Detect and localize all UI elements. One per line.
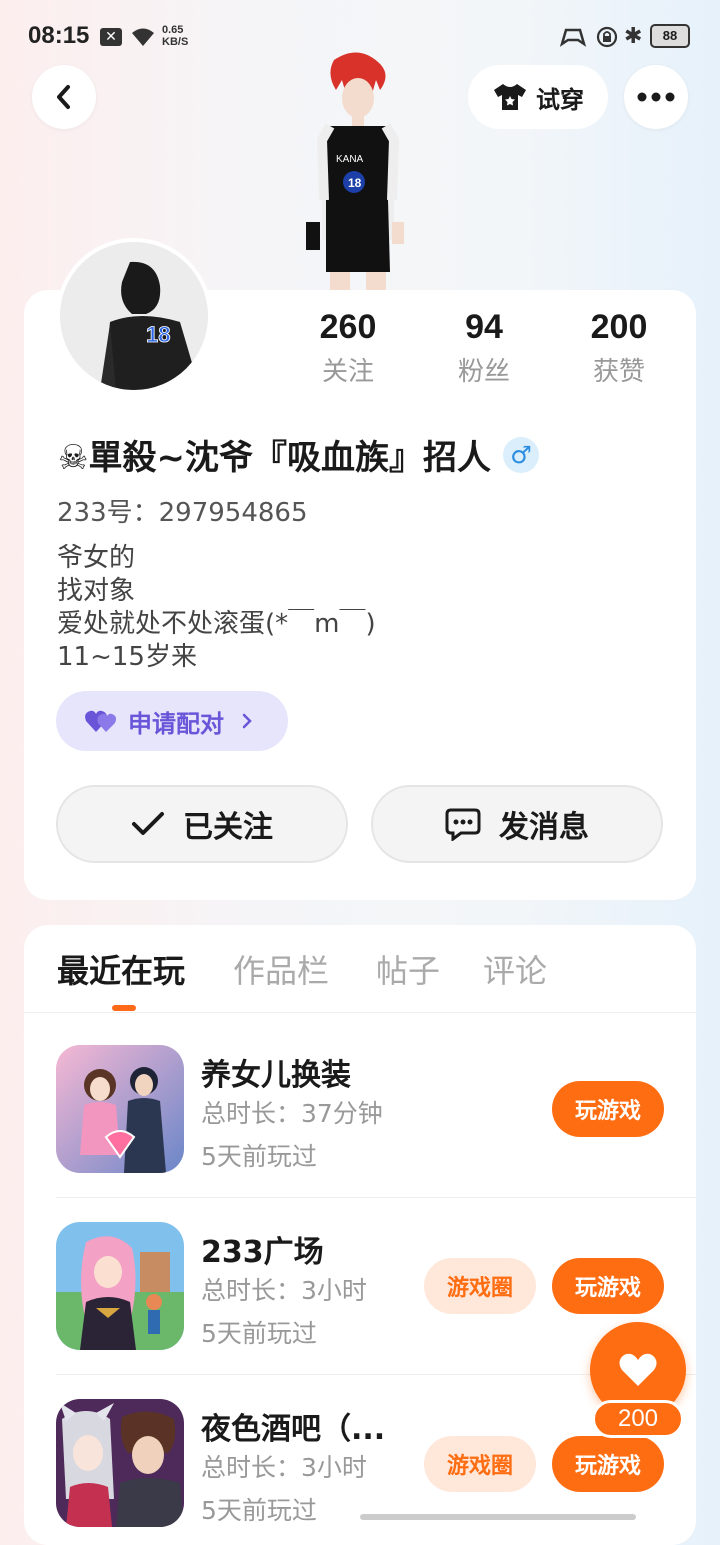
list-divider [56,1197,696,1198]
stat-fans[interactable]: 94 粉丝 [419,308,549,388]
stat-likes-label: 获赞 [592,357,645,387]
stat-fans-label: 粉丝 [457,357,510,387]
network-speed: 0.65 KB/S [162,24,188,48]
character-avatar-figure: 18 KANA [306,52,404,290]
tshirt-icon [494,84,526,110]
speed-value: 0.65 [162,24,184,36]
tab-indicator [112,1005,136,1011]
game-circle-button[interactable]: 游戏圈 [424,1258,536,1314]
play-game-button[interactable]: 玩游戏 [552,1258,664,1314]
svg-text:18: 18 [146,322,170,347]
profile-name-row: ☠單殺~沈爷『吸血族』招人 ♂ [58,430,539,479]
gamepad-icon [559,28,587,47]
svg-text:18: 18 [348,176,362,190]
notification-icon: ✕ [100,28,122,46]
bio-line: 找对象 [57,576,136,606]
game-last-played: 5天前玩过 [201,1319,317,1348]
lock-rotation-icon [596,26,618,48]
chevron-left-icon [57,85,70,109]
game-title[interactable]: 233广场 [201,1227,324,1271]
wifi-icon [132,28,154,46]
request-pair-button[interactable]: 申请配对 [56,691,288,751]
tab-works[interactable]: 作品栏 [233,946,329,992]
profile-name: ☠單殺~沈爷『吸血族』招人 [58,438,491,478]
avatar-image: 18 [60,242,208,390]
game-meta: 总时长：3小时 5天前玩过 [201,1446,367,1532]
status-time: 08:15 [28,22,90,49]
user-id: 233号：297954865 [57,498,308,528]
like-count-badge: 200 [592,1400,684,1438]
try-on-label: 试穿 [536,85,584,114]
game-circle-button[interactable]: 游戏圈 [424,1436,536,1492]
game-icon[interactable] [56,1222,184,1350]
stat-following-label: 关注 [321,357,374,387]
bio-line: 11~15岁来 [57,642,197,672]
game-icon[interactable] [56,1399,184,1527]
more-button[interactable] [624,65,688,129]
stat-following-value: 260 [319,308,377,346]
male-gender-icon: ♂ [502,436,539,473]
bio-line: 爷女的 [57,543,136,573]
game-meta: 总时长：37分钟 5天前玩过 [201,1092,383,1178]
play-game-button[interactable]: 玩游戏 [552,1081,664,1137]
double-heart-icon [85,710,116,732]
tabs-divider [24,1012,696,1013]
tab-recently-played[interactable]: 最近在玩 [57,946,185,992]
tab-posts[interactable]: 帖子 [376,946,440,992]
message-bubble-icon [445,808,481,841]
send-message-label: 发消息 [499,810,589,845]
bluetooth-icon: ✱ [624,24,643,49]
avatar[interactable]: 18 [56,238,212,394]
game-duration: 总时长：3小时 [201,1453,367,1482]
followed-label: 已关注 [183,810,273,845]
request-pair-label: 申请配对 [128,709,224,738]
game-icon[interactable] [56,1045,184,1173]
more-dots-icon [637,92,675,102]
back-button[interactable] [32,65,96,129]
game-title[interactable]: 夜色酒吧（... [201,1404,385,1448]
chevron-right-icon [242,713,252,729]
game-meta: 总时长：3小时 5天前玩过 [201,1269,367,1355]
stat-following[interactable]: 260 关注 [283,308,413,388]
svg-text:KANA: KANA [336,154,364,165]
profile-bio: 爷女的 找对象 爱处就处不处滚蛋(*￣m￣) 11~15岁来 [57,542,376,674]
heart-icon [619,1353,657,1386]
game-duration: 总时长：3小时 [201,1276,367,1305]
battery-icon: 88 [650,24,690,48]
game-title[interactable]: 养女儿换装 [201,1050,351,1094]
play-game-button[interactable]: 玩游戏 [552,1436,664,1492]
speed-unit: KB/S [162,36,189,48]
stat-fans-value: 94 [465,308,503,346]
send-message-button[interactable]: 发消息 [371,785,663,863]
checkmark-icon [132,812,164,835]
followed-button[interactable]: 已关注 [56,785,348,863]
game-last-played: 5天前玩过 [201,1496,317,1525]
stat-likes-value: 200 [590,308,648,346]
try-on-button[interactable]: 试穿 [468,65,608,129]
stat-likes[interactable]: 200 获赞 [554,308,684,388]
bio-line: 爱处就处不处滚蛋(*￣m￣) [57,609,376,639]
game-last-played: 5天前玩过 [201,1142,317,1171]
game-duration: 总时长：37分钟 [201,1099,383,1128]
home-indicator[interactable] [360,1514,636,1520]
tab-comments[interactable]: 评论 [483,946,547,992]
